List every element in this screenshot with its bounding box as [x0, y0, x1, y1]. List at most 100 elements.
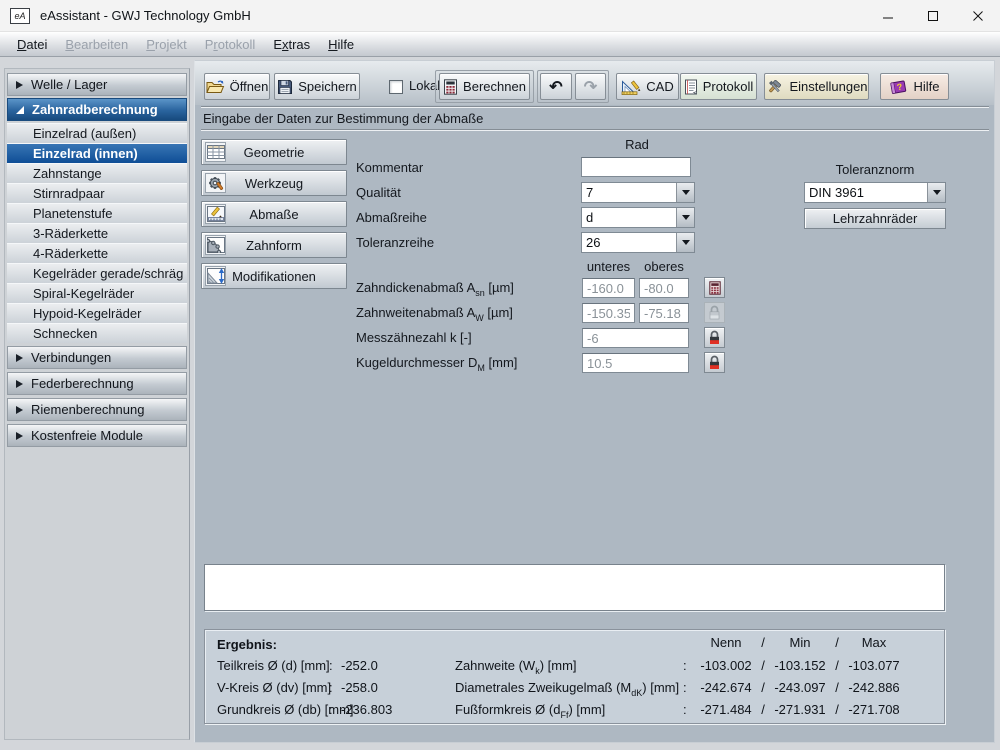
sidebar-item-zahnstange[interactable]: Zahnstange: [7, 163, 187, 183]
modification-diagram-icon: [205, 266, 226, 286]
lehrzahnraeder-button[interactable]: Lehrzahnräder: [804, 208, 946, 229]
collapse-arrow-icon: [16, 406, 23, 414]
lock-closed-red-icon: [708, 330, 721, 345]
cad-button[interactable]: CAD: [616, 73, 679, 100]
local-checkbox[interactable]: [389, 80, 403, 94]
help-book-icon: ?: [889, 79, 908, 95]
close-icon: [972, 10, 984, 22]
help-button[interactable]: ? Hilfe: [880, 73, 949, 100]
column-header-unteres: unteres: [582, 259, 635, 274]
col-max: Max: [843, 635, 905, 650]
messzaehnezahl-label: Messzähnezahl k [-]: [356, 330, 472, 345]
qualitaet-label: Qualität: [356, 185, 401, 200]
sidebar-item-stirnradpaar[interactable]: Stirnradpaar: [7, 183, 187, 203]
menu-extras[interactable]: Extras: [264, 35, 319, 54]
results-row: Teilkreis Ø (d) [mm] : -252.0 Zahnweite …: [205, 658, 944, 674]
maximize-icon: [927, 10, 939, 22]
settings-button[interactable]: Einstellungen: [764, 73, 869, 100]
sidebar: Welle / Lager Zahnradberechnung Einzelra…: [4, 68, 190, 740]
messzaehnezahl-input[interactable]: [582, 328, 689, 348]
menu-bar: Datei Bearbeiten Projekt Protokoll Extra…: [0, 32, 1000, 57]
geometrie-button[interactable]: Geometrie: [201, 139, 347, 165]
close-button[interactable]: [955, 0, 1000, 31]
cad-drawing-icon: [621, 79, 641, 95]
lock-kugeldurchmesser-button[interactable]: [704, 352, 725, 373]
maximize-button[interactable]: [910, 0, 955, 31]
qualitaet-select[interactable]: 7: [581, 182, 695, 203]
notepad-icon: [684, 79, 698, 95]
menu-projekt: Projekt: [137, 35, 195, 54]
collapse-arrow-icon: [16, 354, 23, 362]
dropdown-button[interactable]: [927, 183, 945, 202]
sidebar-item-schnecken[interactable]: Schnecken: [7, 323, 187, 343]
kommentar-label: Kommentar: [356, 160, 423, 175]
zahndicken-unteres-input: [582, 278, 635, 298]
zahnweitenabmass-label: Zahnweitenabmaß AW [µm]: [356, 305, 513, 320]
gear-profile-icon: [205, 235, 226, 255]
sidebar-group-riemenberechnung[interactable]: Riemenberechnung: [7, 398, 187, 421]
collapse-arrow-icon: [16, 432, 23, 440]
app-window: eA eAssistant - GWJ Technology GmbH Date…: [0, 0, 1000, 750]
modifikationen-button[interactable]: Modifikationen: [201, 263, 347, 289]
sidebar-group-welle-lager[interactable]: Welle / Lager: [7, 73, 187, 96]
sidebar-group-kostenfreie-module[interactable]: Kostenfreie Module: [7, 424, 187, 447]
sidebar-item-spiral-kegelraeder[interactable]: Spiral-Kegelräder: [7, 283, 187, 303]
sidebar-group-zahnradberechnung[interactable]: Zahnradberechnung: [7, 98, 187, 121]
calculator-icon: [443, 79, 458, 95]
sidebar-item-einzelrad-innen[interactable]: Einzelrad (innen): [7, 143, 187, 163]
sidebar-item-hypoid-kegelraeder[interactable]: Hypoid-Kegelräder: [7, 303, 187, 323]
minimize-button[interactable]: [865, 0, 910, 31]
menu-protokoll: Protokoll: [196, 35, 265, 54]
sidebar-item-4-raederkette[interactable]: 4-Räderkette: [7, 243, 187, 263]
redo-icon: ↷: [584, 77, 597, 97]
sidebar-item-planetenstufe[interactable]: Planetenstufe: [7, 203, 187, 223]
col-nenn: Nenn: [695, 635, 757, 650]
window-title: eAssistant - GWJ Technology GmbH: [40, 8, 251, 23]
abmassreihe-select[interactable]: d: [581, 207, 695, 228]
werkzeug-button[interactable]: Werkzeug: [201, 170, 347, 196]
chevron-down-icon: [933, 190, 941, 195]
calculate-deviations-button[interactable]: [704, 277, 725, 298]
open-button[interactable]: Öffnen: [204, 73, 270, 100]
section-title: Eingabe der Daten zur Bestimmung der Abm…: [203, 111, 483, 126]
toleranznorm-label: Toleranznorm: [804, 162, 946, 177]
abmassreihe-label: Abmaßreihe: [356, 210, 427, 225]
dropdown-button[interactable]: [676, 183, 694, 202]
results-row: Grundkreis Ø (db) [mm] : -236.803 Fußfor…: [205, 702, 944, 718]
divider: [201, 129, 989, 131]
abmasse-button[interactable]: Abmaße: [201, 201, 347, 227]
minimize-icon: [882, 10, 894, 22]
undo-button[interactable]: ↶: [540, 73, 572, 100]
message-area: [204, 564, 945, 611]
sidebar-group-federberechnung[interactable]: Federberechnung: [7, 372, 187, 395]
calculate-button[interactable]: Berechnen: [439, 73, 530, 100]
zahnweiten-oberes-input: [639, 303, 689, 323]
column-header-oberes: oberes: [639, 259, 689, 274]
dropdown-button[interactable]: [676, 208, 694, 227]
sidebar-item-3-raederkette[interactable]: 3-Räderkette: [7, 223, 187, 243]
sidebar-item-kegelraeder[interactable]: Kegelräder gerade/schräg: [7, 263, 187, 283]
measure-pencil-icon: [205, 204, 226, 224]
menu-datei[interactable]: Datei: [8, 35, 56, 54]
zahnweiten-unteres-input: [582, 303, 635, 323]
chevron-down-icon: [682, 190, 690, 195]
collapse-arrow-icon: [16, 380, 23, 388]
collapse-arrow-icon: [16, 81, 23, 89]
column-header-rad: Rad: [581, 137, 693, 152]
kugeldurchmesser-input[interactable]: [582, 353, 689, 373]
protocol-button[interactable]: Protokoll: [680, 73, 757, 100]
app-icon: eA: [10, 8, 30, 24]
sidebar-item-einzelrad-aussen[interactable]: Einzelrad (außen): [7, 123, 187, 143]
kommentar-input[interactable]: [581, 157, 691, 177]
zahndickenabmass-label: Zahndickenabmaß Asn [µm]: [356, 280, 514, 295]
menu-hilfe[interactable]: Hilfe: [319, 35, 363, 54]
lock-messzaehnezahl-button[interactable]: [704, 327, 725, 348]
chevron-down-icon: [682, 215, 690, 220]
sidebar-group-verbindungen[interactable]: Verbindungen: [7, 346, 187, 369]
toleranzreihe-select[interactable]: 26: [581, 232, 695, 253]
save-button[interactable]: Speichern: [274, 73, 360, 100]
lock-closed-red-icon: [708, 355, 721, 370]
zahnform-button[interactable]: Zahnform: [201, 232, 347, 258]
toleranznorm-select[interactable]: DIN 3961: [804, 182, 946, 203]
dropdown-button[interactable]: [676, 233, 694, 252]
